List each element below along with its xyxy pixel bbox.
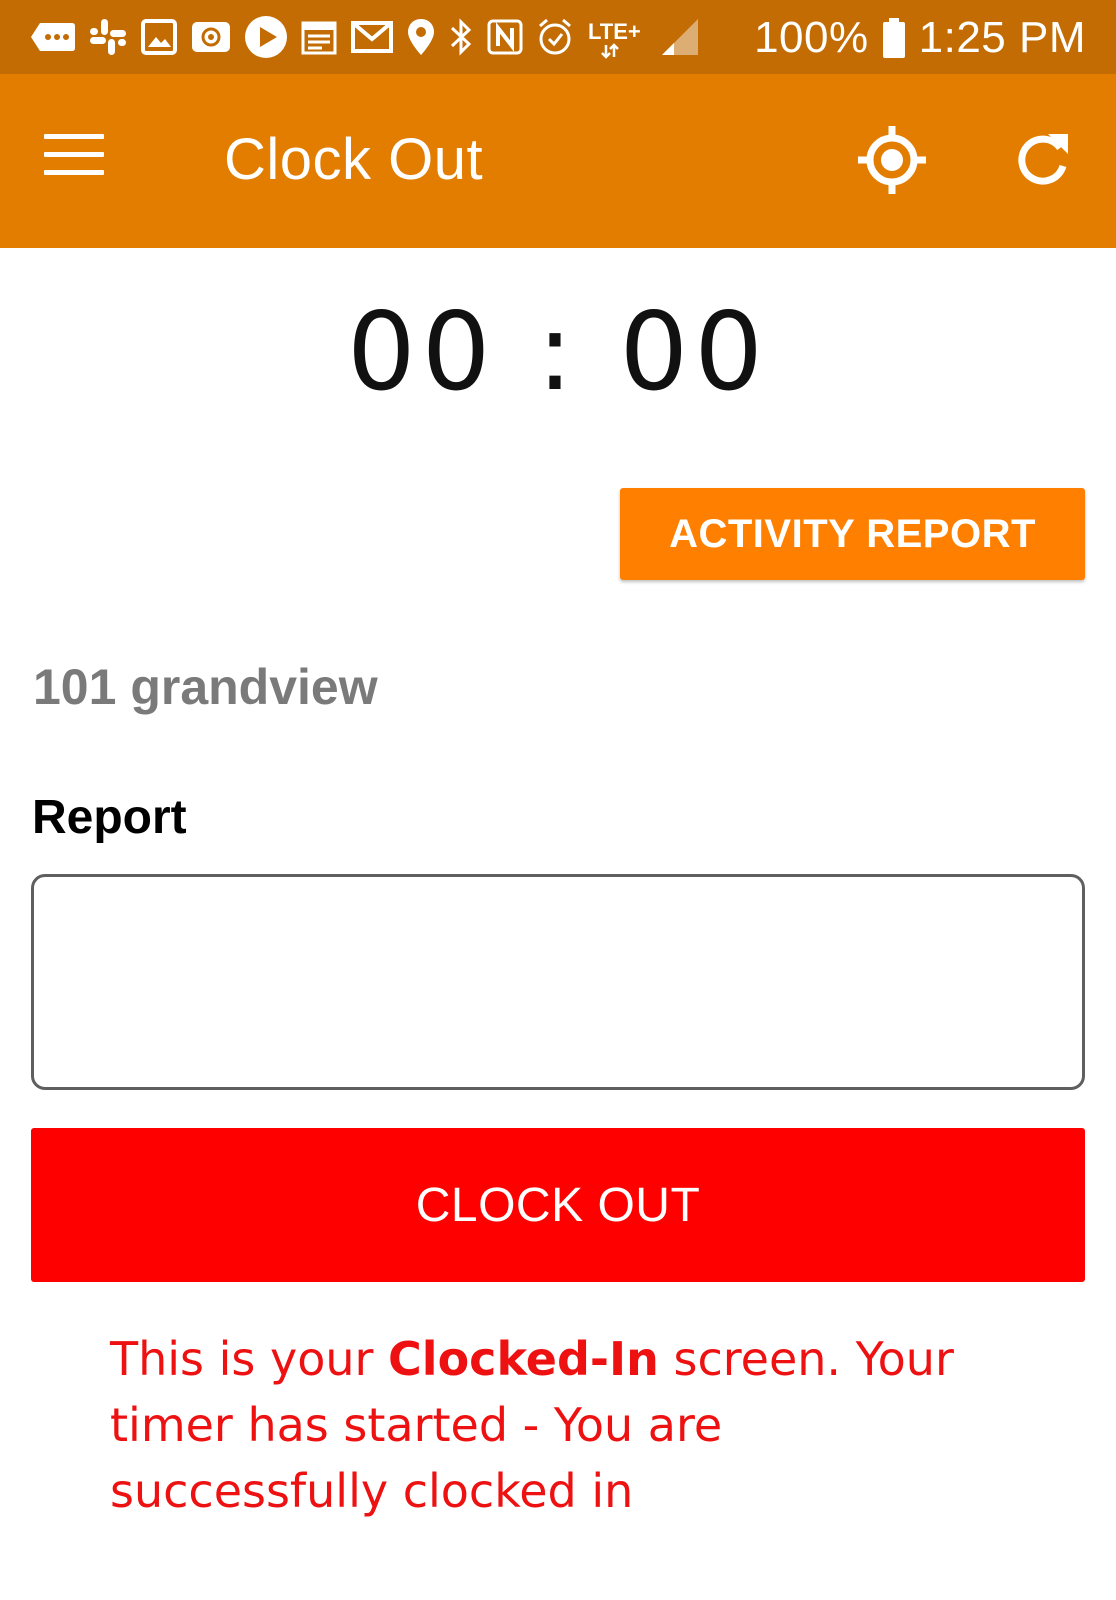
note-prefix: This is your [110,1332,389,1386]
report-input[interactable] [31,874,1085,1090]
status-bar: LTE+ 100% 1:25 PM [0,0,1116,74]
refresh-button[interactable] [1010,128,1074,192]
slack-icon [88,14,128,60]
notification-icons: LTE+ [30,14,700,60]
page-title: Clock Out [224,127,484,192]
battery-icon [881,15,907,61]
message-icon [30,14,76,60]
clock-out-button[interactable]: CLOCK OUT [31,1128,1085,1282]
battery-percent: 100% [754,13,869,62]
gallery-icon [140,14,178,60]
lte-label: LTE+ [588,19,641,44]
refresh-icon [1018,134,1068,185]
clock-time: 1:25 PM [918,13,1086,62]
menu-button[interactable] [42,130,106,180]
elapsed-timer: 00 : 00 [347,290,769,415]
lte-icon: LTE+ [586,14,648,60]
alarm-icon [536,14,574,60]
bluetooth-icon [448,14,474,60]
clocked-in-note: This is your Clocked-In screen. Your tim… [110,1326,1010,1524]
locate-icon [858,126,926,194]
email-at-icon [190,14,232,60]
gmail-icon [350,14,394,60]
locate-button[interactable] [856,124,928,196]
play-icon [244,14,288,60]
activity-report-button[interactable]: ACTIVITY REPORT [620,488,1085,580]
report-label: Report [32,791,187,844]
location-name: 101 grandview [33,659,378,715]
app-bar: Clock Out [0,74,1116,248]
calendar-icon [300,14,338,60]
location-pin-icon [406,14,436,60]
signal-icon [660,14,700,60]
nfc-icon [486,14,524,60]
note-emphasis: Clocked-In [388,1332,659,1386]
status-right: 100% 1:25 PM [754,8,1086,68]
